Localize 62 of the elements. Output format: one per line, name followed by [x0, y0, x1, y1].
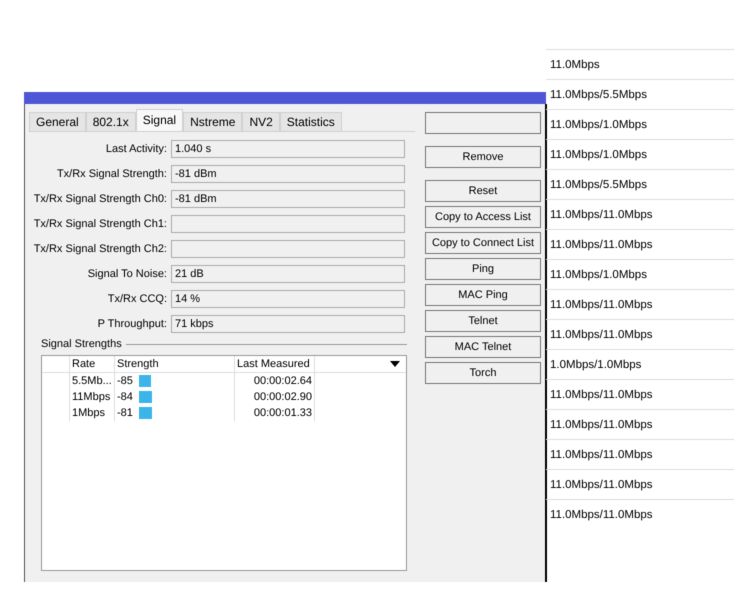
- rate-text: 11.0Mbps/11.0Mbps: [550, 389, 652, 401]
- rate-text: 11.0Mbps/5.5Mbps: [550, 89, 647, 101]
- column-header[interactable]: Last Measured: [237, 358, 310, 370]
- button[interactable]: Copy to Connect List: [425, 232, 541, 254]
- button[interactable]: Telnet: [425, 310, 541, 332]
- rate-text: 11.0Mbps/11.0Mbps: [550, 449, 652, 461]
- field-label: Tx/Rx Signal Strength:: [56, 166, 168, 182]
- button[interactable]: Remove: [425, 146, 541, 168]
- rate-text: 1.0Mbps/1.0Mbps: [550, 359, 642, 371]
- button[interactable]: Copy to Access List: [425, 206, 541, 228]
- table-cell: 1Mbps: [72, 407, 106, 419]
- table-cell: 00:00:01.33: [254, 407, 312, 419]
- button[interactable]: MAC Telnet: [425, 336, 541, 358]
- table-cell: 11Mbps: [72, 391, 110, 403]
- rate-text: 11.0Mbps/11.0Mbps: [550, 419, 652, 431]
- rate-text: 11.0Mbps/1.0Mbps: [550, 269, 647, 281]
- rate-text: 11.0Mbps/11.0Mbps: [550, 239, 652, 251]
- text-field[interactable]: 14 %: [171, 290, 405, 308]
- rate-text: 11.0Mbps/11.0Mbps: [550, 329, 652, 341]
- column-header[interactable]: Strength: [117, 356, 159, 372]
- text-field[interactable]: 71 kbps: [171, 315, 405, 333]
- rate-text: 11.0Mbps/11.0Mbps: [550, 299, 652, 311]
- button[interactable]: MAC Ping: [425, 284, 541, 306]
- group-title: Signal Strengths: [41, 336, 122, 352]
- field-label: Tx/Rx CCQ:: [106, 292, 168, 307]
- tab[interactable]: Signal: [136, 109, 184, 131]
- text-field[interactable]: -81 dBm: [171, 190, 405, 208]
- tab[interactable]: NV2: [242, 112, 280, 131]
- rate-text: 11.0Mbps/11.0Mbps: [550, 209, 652, 221]
- field-label: Tx/Rx Signal Strength Ch1:: [32, 216, 168, 232]
- button[interactable]: Reset: [425, 180, 541, 202]
- text-field[interactable]: [171, 215, 405, 233]
- tab[interactable]: 802.1x: [86, 112, 136, 131]
- rate-text: 11.0Mbps/11.0Mbps: [550, 509, 652, 521]
- rate-text: 11.0Mbps/1.0Mbps: [550, 119, 647, 131]
- table-cell: 00:00:02.64: [254, 375, 312, 387]
- table-cell: 5.5Mb...: [72, 375, 112, 387]
- button[interactable]: [425, 112, 541, 134]
- rate-text: 11.0Mbps: [550, 59, 600, 71]
- table-cell-text: -85: [117, 374, 133, 389]
- text-field[interactable]: -81 dBm: [171, 165, 405, 183]
- rate-text: 11.0Mbps/5.5Mbps: [550, 179, 647, 191]
- table-cell-text: -84: [117, 390, 133, 405]
- tab[interactable]: General: [29, 112, 86, 131]
- field-label: P Throughput:: [96, 316, 168, 332]
- tab[interactable]: Nstreme: [183, 112, 242, 131]
- rate-text: 11.0Mbps/11.0Mbps: [550, 479, 652, 491]
- dropdown-icon[interactable]: [390, 361, 400, 367]
- field-label: Tx/Rx Signal Strength Ch2:: [32, 242, 168, 257]
- text-field[interactable]: 1.040 s: [171, 140, 405, 158]
- field-label: Last Activity:: [104, 142, 168, 157]
- button[interactable]: Ping: [425, 258, 541, 280]
- table-cell: 00:00:02.90: [254, 391, 312, 403]
- text-field[interactable]: [171, 240, 405, 258]
- column-header[interactable]: Rate: [72, 358, 96, 370]
- table-cell-text: -81: [117, 406, 133, 421]
- text-field[interactable]: 21 dB: [171, 265, 405, 283]
- tab[interactable]: Statistics: [280, 112, 342, 131]
- field-label: Signal To Noise:: [86, 266, 168, 282]
- rate-text: 11.0Mbps/1.0Mbps: [550, 149, 647, 161]
- field-label: Tx/Rx Signal Strength Ch0:: [32, 192, 168, 207]
- button[interactable]: Torch: [425, 362, 541, 384]
